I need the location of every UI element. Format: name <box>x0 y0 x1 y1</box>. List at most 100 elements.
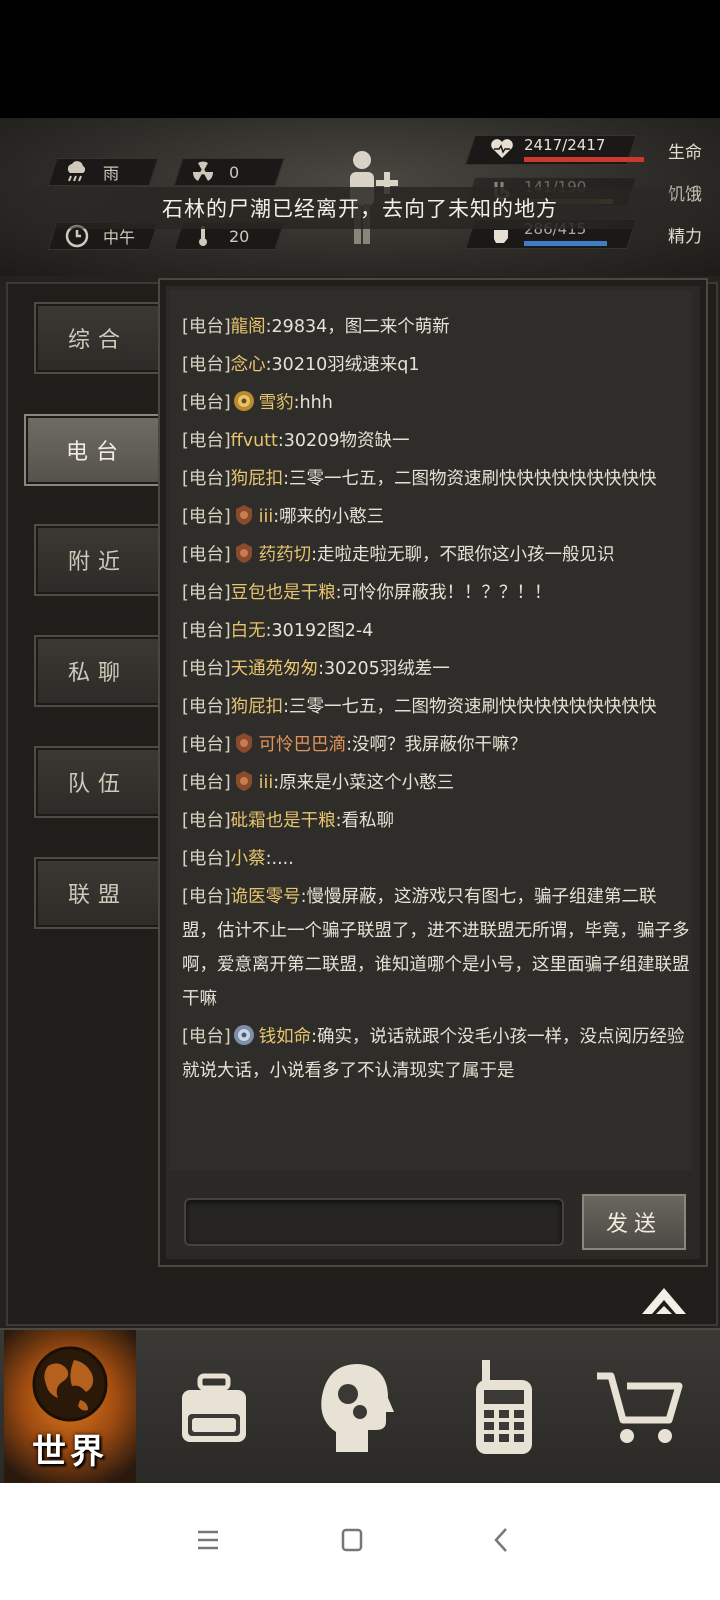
nav-radio[interactable] <box>434 1330 574 1485</box>
message-text: :没啊？我屏蔽你干嘛？ <box>346 735 528 755</box>
radiation-display: 0 <box>173 158 285 186</box>
sender-name[interactable]: 天通苑匆匆 <box>231 659 319 679</box>
sender-name[interactable]: 狗屁扣 <box>231 697 284 717</box>
message-text: :30209物资缺一 <box>277 431 410 451</box>
channel-tag: [电台] <box>182 621 231 641</box>
chat-message: [电台]龍阁:29834，图二来个萌新 <box>182 310 690 344</box>
message-text: :30192图2-4 <box>265 621 374 641</box>
rain-cloud-icon <box>65 161 89 183</box>
channel-tag: [电台] <box>182 393 231 413</box>
event-toast: 石林的尸潮已经离开，去向了未知的地方 <box>0 187 720 229</box>
channel-tag: [电台] <box>182 659 231 679</box>
channel-tag: [电台] <box>182 773 231 793</box>
world-label: 世界 <box>32 1432 108 1472</box>
back-icon[interactable] <box>482 1523 522 1557</box>
radiation-icon <box>191 161 215 183</box>
channel-tag: [电台] <box>182 317 231 337</box>
channel-tag: [电台] <box>182 545 231 565</box>
bronze-crest-icon <box>233 770 255 792</box>
gold-crest-icon <box>233 390 255 412</box>
send-button[interactable]: 发送 <box>582 1194 686 1250</box>
system-navigation-bar <box>0 1483 720 1600</box>
life-bar <box>524 157 644 162</box>
home-icon[interactable] <box>332 1523 372 1557</box>
chat-message: [电台] 雪豹:hhh <box>182 386 690 420</box>
message-text: :30205羽绒差一 <box>318 659 450 679</box>
chat-message: [电台] iii:原来是小菜这个小憨三 <box>182 766 690 800</box>
sender-name[interactable]: 钱如命 <box>259 1027 312 1047</box>
sender-name[interactable]: ffvutt <box>231 431 278 451</box>
message-text: :hhh <box>293 393 333 413</box>
chat-message: [电台]念心:30210羽绒速来q1 <box>182 348 690 382</box>
channel-tag: [电台] <box>182 887 231 907</box>
heart-pulse-icon <box>490 138 514 164</box>
weather-label: 雨 <box>103 164 120 183</box>
radiation-value: 0 <box>229 162 240 182</box>
channel-tag: [电台] <box>182 431 231 451</box>
sender-name[interactable]: iii <box>259 507 274 527</box>
message-text: :哪来的小憨三 <box>273 507 385 527</box>
skills-head-icon <box>321 1363 394 1452</box>
energy-bar <box>524 241 607 246</box>
chat-panel: [电台]龍阁:29834，图二来个萌新 [电台]念心:30210羽绒速来q1 [电台… <box>158 278 708 1267</box>
chat-message: [电台] 可怜巴巴滴:没啊？我屏蔽你干嘛？ <box>182 728 690 762</box>
message-text: :29834，图二来个萌新 <box>265 317 450 337</box>
silver-crest-icon <box>233 1024 255 1046</box>
message-text: :三零一七五，二图物资速刷快快快快快快快快快 <box>283 469 657 489</box>
chat-message-area[interactable]: [电台]龍阁:29834，图二来个萌新 [电台]念心:30210羽绒速来q1 [电台… <box>170 290 692 1170</box>
chat-message: [电台]小蔡:.... <box>182 842 690 876</box>
chat-message: [电台] iii:哪来的小憨三 <box>182 500 690 534</box>
life-value: 2417/2417 <box>524 136 606 154</box>
sender-name[interactable]: 可怜巴巴滴 <box>259 735 347 755</box>
tab-nearby[interactable]: 附近 <box>34 524 162 596</box>
channel-tag: [电台] <box>182 507 231 527</box>
nav-skills[interactable] <box>284 1330 424 1485</box>
tab-radio[interactable]: 电台 <box>24 414 168 486</box>
tab-private[interactable]: 私聊 <box>34 635 162 707</box>
sender-name[interactable]: 白无 <box>231 621 266 641</box>
nav-shop[interactable] <box>570 1330 710 1485</box>
menu-icon[interactable] <box>188 1523 228 1557</box>
bronze-crest-icon <box>233 542 255 564</box>
chat-message: [电台] 药药切:走啦走啦无聊，不跟你这小孩一般见识 <box>182 538 690 572</box>
message-text: :.... <box>265 849 294 869</box>
tab-team[interactable]: 队伍 <box>34 746 162 818</box>
backpack-icon <box>182 1373 246 1442</box>
nav-inventory[interactable] <box>144 1330 284 1485</box>
chat-message: [电台]狗屁扣:三零一七五，二图物资速刷快快快快快快快快快 <box>182 690 690 724</box>
chat-message: [电台]狗屁扣:三零一七五，二图物资速刷快快快快快快快快快 <box>182 462 690 496</box>
message-text: :确实，说话就跟个没毛小孩一样，没点阅历经验就说大话，小说看多了不认清现实了属于… <box>182 1027 685 1081</box>
sender-name[interactable]: 药药切 <box>259 545 312 565</box>
message-text: :三零一七五，二图物资速刷快快快快快快快快快 <box>283 697 657 717</box>
tab-alliance[interactable]: 联盟 <box>34 857 162 929</box>
sender-name[interactable]: iii <box>259 773 274 793</box>
sender-name[interactable]: 雪豹 <box>259 393 294 413</box>
chat-message: [电台]砒霜也是干粮:看私聊 <box>182 804 690 838</box>
channel-tag: [电台] <box>182 469 231 489</box>
message-text: :可怜你屏蔽我！！？？！！ <box>335 583 552 603</box>
sender-name[interactable]: 龍阁 <box>231 317 266 337</box>
sender-name[interactable]: 砒霜也是干粮 <box>231 811 336 831</box>
bronze-crest-icon <box>233 504 255 526</box>
chat-input[interactable] <box>184 1198 564 1246</box>
chat-message: [电台]诡医零号:慢慢屏蔽，这游戏只有图七，骗子组建第二联盟，估计不止一个骗子联… <box>182 880 690 1016</box>
chat-message: [电台]白无:30192图2-4 <box>182 614 690 648</box>
chat-message: [电台] 钱如命:确实，说话就跟个没毛小孩一样，没点阅历经验就说大话，小说看多了不… <box>182 1020 690 1088</box>
sender-name[interactable]: 狗屁扣 <box>231 469 284 489</box>
channel-tag: [电台] <box>182 811 231 831</box>
radio-icon <box>476 1359 532 1454</box>
channel-tag: [电台] <box>182 355 231 375</box>
sender-name[interactable]: 诡医零号 <box>231 887 301 907</box>
nav-world[interactable]: 世界 <box>4 1330 136 1485</box>
life-label: 生命 <box>668 142 702 163</box>
tab-general[interactable]: 综合 <box>34 302 162 374</box>
collapse-up-icon[interactable] <box>640 1284 688 1318</box>
sender-name[interactable]: 念心 <box>231 355 266 375</box>
chat-message: [电台]豆包也是干粮:可怜你屏蔽我！！？？！！ <box>182 576 690 610</box>
sender-name[interactable]: 豆包也是干粮 <box>231 583 336 603</box>
message-text: :看私聊 <box>335 811 395 831</box>
channel-tag: [电台] <box>182 849 231 869</box>
message-text: :走啦走啦无聊，不跟你这小孩一般见识 <box>311 545 615 565</box>
sender-name[interactable]: 小蔡 <box>231 849 266 869</box>
life-stat: 2417/2417 生命 <box>465 135 702 165</box>
